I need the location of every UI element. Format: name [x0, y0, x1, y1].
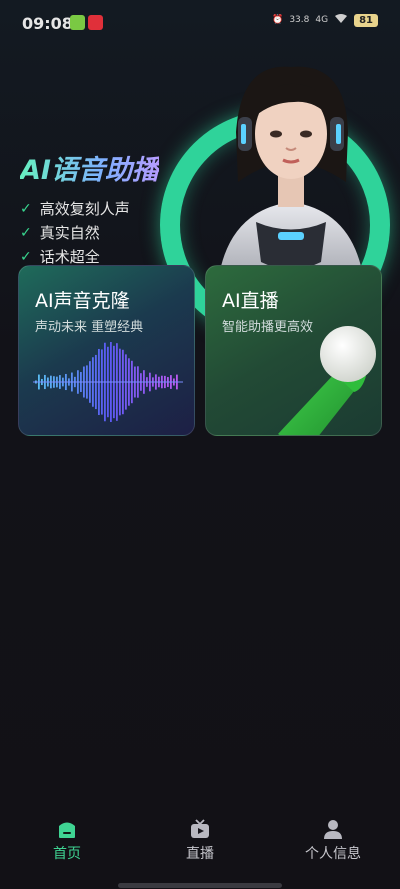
- home-icon: [59, 822, 75, 838]
- soundwave-icon: [33, 342, 183, 422]
- tv-icon: [191, 819, 209, 838]
- status-indicators: ⏰ 33.8 4G 81: [272, 13, 378, 27]
- tab-home[interactable]: 首页: [17, 810, 117, 863]
- tab-live[interactable]: 直播: [150, 810, 250, 863]
- live-stream-card[interactable]: AI直播 智能助播更高效: [205, 265, 382, 436]
- bottom-tab-bar: 首页 直播 个人信息: [0, 810, 400, 870]
- alarm-icon: ⏰: [272, 15, 284, 25]
- check-icon: ✓: [20, 248, 32, 265]
- feature-label: 高效复刻人声: [39, 200, 130, 218]
- battery-indicator: 81: [354, 13, 378, 27]
- card-subtitle: 声动未来 重塑经典: [35, 320, 144, 335]
- tab-label: 个人信息: [305, 846, 361, 862]
- hero-title: AI语音助播: [20, 148, 159, 187]
- signal-label: 4G: [315, 15, 329, 25]
- card-title: AI声音克隆: [35, 290, 130, 312]
- voice-clone-card[interactable]: AI声音克隆 声动未来 重塑经典: [18, 265, 195, 436]
- wifi-icon: [334, 13, 348, 27]
- check-icon: ✓: [20, 200, 32, 217]
- app-notification-icon: [70, 15, 85, 30]
- check-icon: ✓: [20, 224, 32, 241]
- feature-item: ✓ 话术超全: [20, 246, 100, 267]
- hero-banner: AI语音助播 ✓ 高效复刻人声 ✓ 真实自然 ✓ 话术超全: [0, 40, 400, 340]
- tab-label: 首页: [53, 846, 81, 862]
- home-indicator: [118, 883, 282, 888]
- microphone-icon: [278, 326, 376, 435]
- tab-profile[interactable]: 个人信息: [283, 810, 383, 863]
- tab-label: 直播: [186, 846, 214, 862]
- music-app-icon: [88, 15, 103, 30]
- network-speed: 33.8: [289, 15, 310, 25]
- feature-item: ✓ 高效复刻人声: [20, 198, 130, 219]
- feature-label: 真实自然: [39, 224, 100, 242]
- feature-item: ✓ 真实自然: [20, 222, 100, 243]
- card-title: AI直播: [222, 290, 279, 312]
- person-icon: [324, 820, 342, 839]
- feature-label: 话术超全: [39, 248, 100, 266]
- status-time: 09:08: [22, 14, 73, 33]
